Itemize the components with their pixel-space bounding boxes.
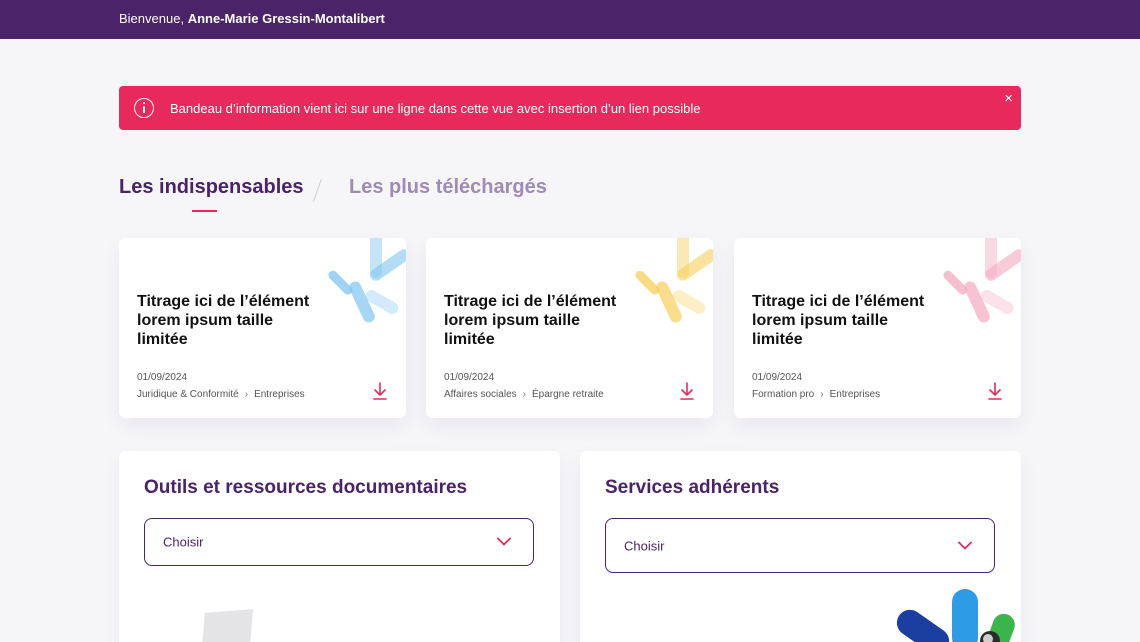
close-icon[interactable]: ×: [1004, 91, 1013, 106]
top-bar: Bienvenue, Anne-Marie Gressin-Montaliber…: [0, 0, 1140, 39]
panel-title: Services adhérents: [605, 477, 780, 498]
card-date: 01/09/2024: [752, 372, 803, 383]
card-subcategory: Épargne retraite: [531, 389, 604, 400]
choose-select[interactable]: Choisir: [144, 518, 534, 566]
document-card[interactable]: Titrage ici de l’élément lorem ipsum tai…: [119, 238, 406, 418]
brand-pattern-icon: [943, 238, 1021, 323]
card-category: Affaires sociales: [444, 389, 517, 400]
welcome-prefix: Bienvenue,: [119, 11, 185, 26]
user-name[interactable]: Anne-Marie Gressin-Montalibert: [188, 11, 385, 26]
panel-services-adherents: Services adhérents Choisir: [580, 451, 1021, 642]
card-breadcrumb: Affaires sociales › Épargne retraite: [444, 389, 604, 400]
tab-label: Les indispensables: [119, 176, 304, 198]
card-category: Formation pro: [752, 389, 815, 400]
tab-plus-telecharges[interactable]: Les plus téléchargés: [349, 176, 547, 199]
card-subcategory: Entreprises: [254, 389, 305, 400]
select-placeholder: Choisir: [624, 538, 665, 553]
card-subcategory: Entreprises: [829, 389, 881, 400]
info-icon: [134, 98, 154, 118]
download-icon[interactable]: [987, 381, 1003, 401]
chevron-right-icon: ›: [522, 389, 526, 400]
banner-text: Bandeau d’information vient ici sur une …: [170, 101, 701, 116]
tab-separator: [312, 178, 323, 202]
panel-outils-ressources: Outils et ressources documentaires Chois…: [119, 451, 560, 642]
card-date: 01/09/2024: [444, 372, 495, 383]
brand-pattern-icon: [635, 238, 713, 323]
welcome-message: Bienvenue, Anne-Marie Gressin-Montaliber…: [119, 11, 385, 26]
card-category: Juridique & Conformité: [137, 389, 239, 400]
document-card[interactable]: Titrage ici de l’élément lorem ipsum tai…: [426, 238, 713, 418]
brand-pattern-icon: [328, 238, 406, 323]
card-title[interactable]: Titrage ici de l’élément lorem ipsum tai…: [137, 292, 327, 349]
card-date: 01/09/2024: [137, 372, 188, 383]
document-illustration-icon: [202, 609, 253, 642]
download-icon[interactable]: [679, 381, 695, 401]
card-title[interactable]: Titrage ici de l’élément lorem ipsum tai…: [444, 292, 634, 349]
info-banner: Bandeau d’information vient ici sur une …: [119, 86, 1021, 130]
tab-indispensables[interactable]: Les indispensables: [119, 176, 304, 212]
active-tab-indicator: [192, 210, 217, 212]
select-placeholder: Choisir: [163, 534, 204, 550]
chevron-right-icon: ›: [244, 389, 249, 400]
card-title[interactable]: Titrage ici de l’élément lorem ipsum tai…: [752, 292, 942, 349]
services-illustration-icon: [896, 589, 1015, 642]
tab-label: Les plus téléchargés: [349, 176, 547, 198]
document-card[interactable]: Titrage ici de l’élément lorem ipsum tai…: [734, 238, 1021, 418]
panel-title: Outils et ressources documentaires: [144, 477, 468, 498]
chevron-down-icon: [497, 537, 511, 546]
card-breadcrumb: Formation pro › Entreprises: [752, 389, 880, 400]
chevron-down-icon: [958, 541, 972, 549]
card-breadcrumb: Juridique & Conformité › Entreprises: [137, 389, 305, 400]
choose-select[interactable]: Choisir: [605, 518, 995, 573]
download-icon[interactable]: [372, 381, 388, 401]
chevron-right-icon: ›: [820, 389, 824, 400]
